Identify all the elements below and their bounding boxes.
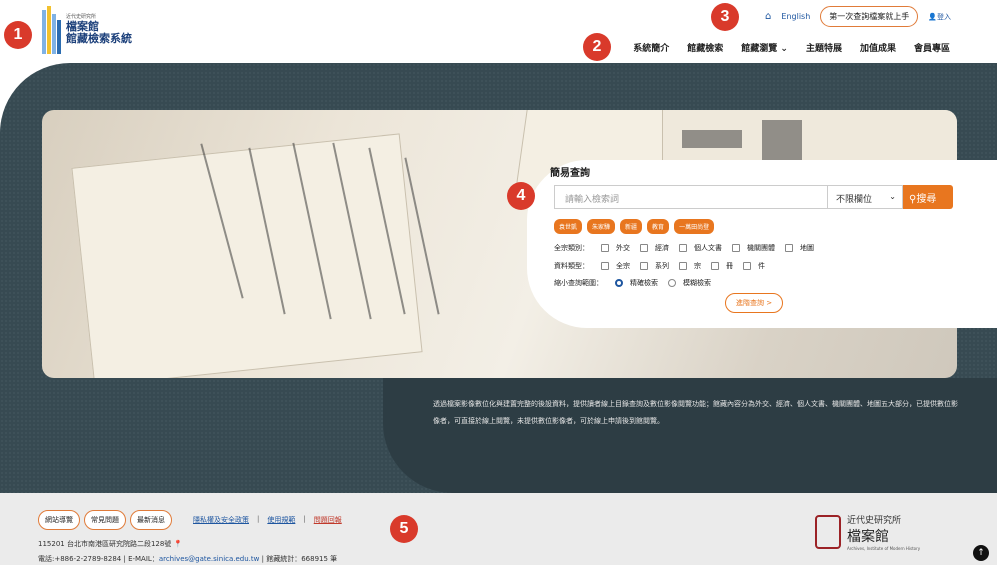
type-option: 件 — [758, 262, 765, 270]
user-icon: 👤 — [928, 12, 937, 21]
logo-bars-icon — [42, 6, 61, 54]
category-filter-row: 全宗類別： 外交 經濟 個人文書 機關團體 地圖 — [554, 243, 814, 253]
footer-logo-institute: 近代史研究所 — [847, 516, 902, 526]
faq-button[interactable]: 常見問題 — [84, 510, 126, 530]
divider: | — [303, 515, 306, 523]
english-link[interactable]: English — [781, 12, 810, 21]
callout-badge: 2 — [583, 33, 611, 61]
collection-stats: 館藏統計：668915 筆 — [266, 555, 338, 563]
nav-item-search[interactable]: 館藏檢索 — [687, 41, 723, 54]
footer-logo-english: Archives, Institute of Modern History — [847, 546, 921, 551]
nav-item-browse-label: 館藏瀏覽 — [741, 44, 778, 54]
logo-title-1: 檔案館 — [66, 19, 99, 33]
footer-logo: 近代史研究所 檔案館 Archives, Institute of Modern… — [815, 513, 920, 551]
nav-item-browse[interactable]: 館藏瀏覽 ⌄ — [741, 41, 788, 54]
address: 115201 台北市南港區研究院路二段128號 📍 — [38, 539, 182, 549]
utility-bar: ⌂ English 第一次查詢檔案就上手 👤登入 — [765, 6, 951, 27]
nav-item-results[interactable]: 加值成果 — [860, 41, 896, 54]
callout-badge: 3 — [711, 3, 739, 31]
checkbox[interactable] — [679, 262, 687, 270]
nav-item-exhibitions[interactable]: 主題特展 — [806, 41, 842, 54]
chevron-down-icon: ⌄ — [780, 44, 788, 54]
category-label: 全宗類別： — [554, 244, 589, 252]
checkbox[interactable] — [601, 262, 609, 270]
search-button-label: 搜尋 — [916, 194, 937, 205]
type-option: 冊 — [726, 262, 733, 270]
type-label: 資料類型： — [554, 262, 589, 270]
scope-filter-row: 縮小查詢範圍： 精確檢索 模糊檢索 — [554, 278, 711, 288]
checkbox[interactable] — [640, 262, 648, 270]
scope-option: 精確檢索 — [630, 279, 658, 287]
type-option: 全宗 — [616, 262, 630, 270]
first-time-guide-button[interactable]: 第一次查詢檔案就上手 — [820, 6, 919, 27]
search-input[interactable]: 請輸入檢索詞 — [554, 185, 827, 209]
category-option: 經濟 — [655, 244, 669, 252]
category-option: 外交 — [616, 244, 630, 252]
seal-icon — [815, 515, 841, 549]
field-select-value: 不限欄位 — [836, 195, 873, 205]
site-description: 透過檔案影像數位化與建置完整的後設資料，提供讀者線上目錄查詢及數位影像閱覽功能；… — [433, 400, 958, 425]
type-option: 系列 — [655, 262, 669, 270]
type-option: 宗 — [694, 262, 701, 270]
radio-fuzzy[interactable] — [668, 279, 676, 287]
nav-item-members[interactable]: 會員專區 — [914, 41, 950, 54]
type-filter-row: 資料類型： 全宗 系列 宗 冊 件 — [554, 261, 765, 271]
category-option: 個人文書 — [694, 244, 722, 252]
news-button[interactable]: 最新消息 — [130, 510, 172, 530]
divider: | — [257, 515, 260, 523]
map-pin-icon[interactable]: 📍 — [174, 540, 183, 548]
chevron-down-icon: ⌄ — [889, 192, 896, 201]
back-to-top-icon[interactable]: ↑ — [973, 545, 989, 561]
field-select[interactable]: 不限欄位 ⌄ — [827, 185, 903, 209]
email-label: E-MAIL： — [128, 555, 159, 563]
login-link[interactable]: 👤登入 — [928, 12, 951, 22]
scope-option: 模糊檢索 — [683, 279, 711, 287]
header: 近代史研究所 檔案館 館藏檢索系統 ⌂ English 第一次查詢檔案就上手 👤… — [0, 0, 997, 63]
advanced-search-button[interactable]: 進階查詢 > — [725, 293, 784, 313]
keyword-tag[interactable]: 朱家驊 — [587, 219, 616, 234]
hot-keywords: 袁世凱 朱家驊 新疆 教育 一萬田尚登 — [554, 219, 715, 234]
email-link[interactable]: archives@gate.sinica.edu.tw — [159, 555, 260, 563]
category-option: 機關團體 — [747, 244, 775, 252]
phone: 電話:+886-2-2789-8284 — [38, 555, 122, 563]
callout-badge: 5 — [390, 515, 418, 543]
checkbox[interactable] — [743, 262, 751, 270]
checkbox[interactable] — [679, 244, 687, 252]
sitemap-button[interactable]: 網站導覽 — [38, 510, 80, 530]
callout-badge: 4 — [507, 182, 535, 210]
radio-exact[interactable] — [615, 279, 623, 287]
category-option: 地圖 — [800, 244, 814, 252]
address-text: 115201 台北市南港區研究院路二段128號 — [38, 540, 172, 548]
checkbox[interactable] — [711, 262, 719, 270]
home-icon[interactable]: ⌂ — [765, 11, 771, 22]
contact-info: 電話:+886-2-2789-8284 | E-MAIL：archives@ga… — [38, 555, 338, 563]
login-label: 登入 — [937, 12, 951, 21]
checkbox[interactable] — [601, 244, 609, 252]
keyword-tag[interactable]: 一萬田尚登 — [674, 219, 715, 234]
terms-link[interactable]: 使用規範 — [267, 515, 295, 525]
search-title: 簡易查詢 — [550, 168, 590, 179]
checkbox[interactable] — [785, 244, 793, 252]
footer-logo-title: 檔案館 — [847, 529, 889, 545]
callout-badge: 1 — [4, 21, 32, 49]
nav-item-intro[interactable]: 系統簡介 — [633, 41, 669, 54]
checkbox[interactable] — [732, 244, 740, 252]
footer-links: 隱私權及安全政策 | 使用規範 | 問題回報 — [193, 515, 342, 525]
report-link[interactable]: 問題回報 — [314, 515, 342, 525]
footer-buttons: 網站導覽 常見問題 最新消息 — [38, 510, 172, 530]
checkbox[interactable] — [640, 244, 648, 252]
site-logo[interactable]: 近代史研究所 檔案館 館藏檢索系統 — [42, 6, 132, 54]
keyword-tag[interactable]: 袁世凱 — [554, 219, 583, 234]
main-nav: 系統簡介 館藏檢索 館藏瀏覽 ⌄ 主題特展 加值成果 會員專區 — [633, 41, 950, 54]
keyword-tag[interactable]: 新疆 — [620, 219, 643, 234]
logo-title-2: 館藏檢索系統 — [66, 31, 132, 45]
privacy-link[interactable]: 隱私權及安全政策 — [193, 515, 249, 525]
scope-label: 縮小查詢範圍： — [554, 279, 603, 287]
keyword-tag[interactable]: 教育 — [647, 219, 670, 234]
search-button[interactable]: ⚲搜尋 — [903, 185, 953, 209]
